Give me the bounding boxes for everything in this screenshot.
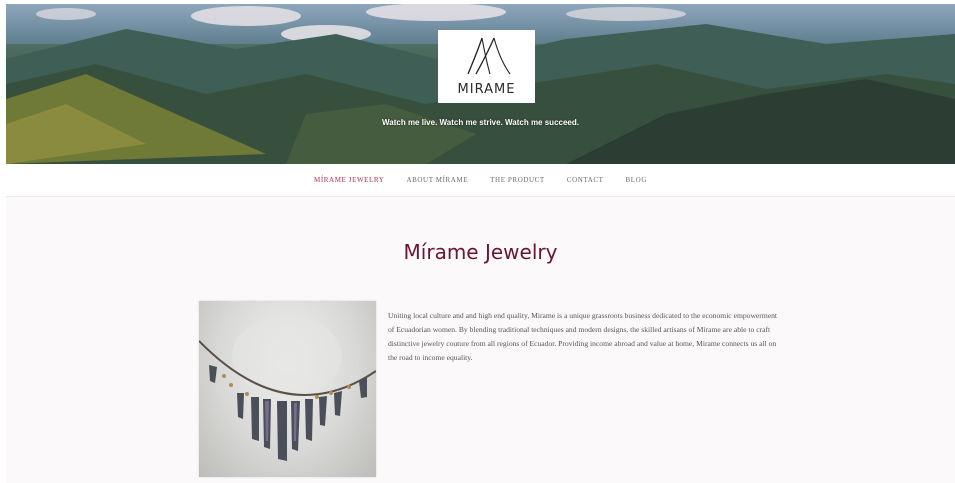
nav-item-blog[interactable]: BLOG — [626, 176, 647, 184]
main-navigation: MÍRAME JEWELRY ABOUT MÍRAME THE PRODUCT … — [6, 164, 955, 197]
page: MIRAME Watch me live. Watch me strive. W… — [6, 4, 955, 483]
site-tagline: Watch me live. Watch me strive. Watch me… — [382, 118, 579, 127]
nav-item-contact[interactable]: CONTACT — [567, 176, 604, 184]
nav-item-mirame-jewelry[interactable]: MÍRAME JEWELRY — [314, 176, 384, 184]
logo-mark-icon — [467, 37, 511, 75]
necklace-photo — [199, 301, 376, 477]
nav-item-about-mirame[interactable]: ABOUT MÍRAME — [406, 176, 468, 184]
intro-paragraph: Uniting local culture and and high end q… — [388, 311, 778, 362]
page-title: Mírame Jewelry — [403, 240, 558, 264]
logo-text: MIRAME — [457, 82, 516, 97]
header-banner: MIRAME Watch me live. Watch me strive. W… — [6, 4, 955, 164]
nav-item-the-product[interactable]: THE PRODUCT — [490, 176, 545, 184]
logo[interactable]: MIRAME — [438, 30, 535, 103]
necklace-image — [199, 316, 376, 461]
